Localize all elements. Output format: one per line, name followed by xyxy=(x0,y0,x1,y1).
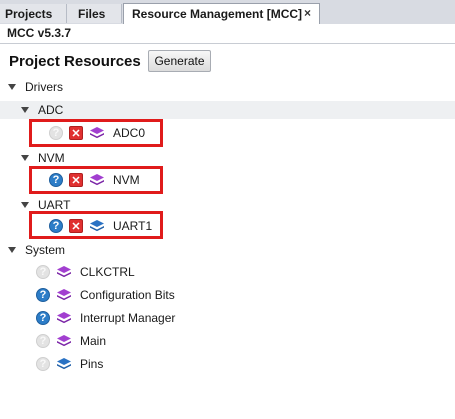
expand-arrow-icon[interactable] xyxy=(21,107,29,113)
tab-resource-management[interactable]: Resource Management [MCC] × xyxy=(123,3,320,24)
tab-resource-management-label: Resource Management [MCC] xyxy=(132,7,303,21)
help-icon[interactable]: ? xyxy=(36,311,50,325)
stack-icon xyxy=(57,289,71,301)
help-icon[interactable]: ? xyxy=(36,288,50,302)
stack-icon xyxy=(57,266,71,278)
tree-node-system[interactable]: System xyxy=(8,241,65,259)
tree-node-nvm-label: NVM xyxy=(38,151,65,165)
tree-item-configuration-bits[interactable]: ? Configuration Bits xyxy=(36,286,175,304)
stack-icon xyxy=(57,312,71,324)
help-icon[interactable]: ? xyxy=(36,357,50,371)
tab-files-label: Files xyxy=(78,6,106,21)
tree-item-clkctrl[interactable]: ? CLKCTRL xyxy=(36,263,135,281)
tab-projects-label: Projects xyxy=(5,6,53,21)
tree-node-nvm[interactable]: NVM xyxy=(21,149,65,167)
tree-item-interrupt-manager-label: Interrupt Manager xyxy=(80,311,176,325)
expand-arrow-icon[interactable] xyxy=(8,84,16,90)
generate-button[interactable]: Generate xyxy=(148,50,211,72)
tree-node-adc-label: ADC xyxy=(38,103,64,117)
tab-projects[interactable]: Projects xyxy=(0,4,67,23)
expand-arrow-icon[interactable] xyxy=(21,155,29,161)
tree-item-main-label: Main xyxy=(80,334,107,348)
tree-node-system-label: System xyxy=(25,243,66,257)
expand-arrow-icon[interactable] xyxy=(8,247,16,253)
stack-icon xyxy=(57,335,71,347)
mcc-version: MCC v5.3.7 xyxy=(0,24,455,44)
highlight-box-uart1 xyxy=(29,211,163,239)
tree-item-clkctrl-label: CLKCTRL xyxy=(80,265,135,279)
page-title: Project Resources xyxy=(9,53,141,70)
tree-item-main[interactable]: ? Main xyxy=(36,332,106,350)
help-icon[interactable]: ? xyxy=(36,265,50,279)
editor-tab-strip: Projects Files Resource Management [MCC]… xyxy=(0,0,455,25)
tree-node-drivers-label: Drivers xyxy=(25,80,63,94)
tree-item-configuration-bits-label: Configuration Bits xyxy=(80,288,175,302)
highlight-box-nvm xyxy=(29,166,163,194)
tree-item-pins[interactable]: ? Pins xyxy=(36,355,103,373)
highlight-box-adc0 xyxy=(29,119,163,147)
tab-close-icon[interactable]: × xyxy=(304,6,311,20)
help-icon[interactable]: ? xyxy=(36,334,50,348)
tree-node-drivers[interactable]: Drivers xyxy=(8,78,63,96)
tab-files[interactable]: Files xyxy=(67,4,122,23)
tree-item-interrupt-manager[interactable]: ? Interrupt Manager xyxy=(36,309,175,327)
tree-node-uart-label: UART xyxy=(38,198,71,212)
stack-icon xyxy=(57,358,71,370)
tree-node-adc[interactable]: ADC xyxy=(0,101,455,119)
expand-arrow-icon[interactable] xyxy=(21,202,29,208)
tree-item-pins-label: Pins xyxy=(80,357,104,371)
